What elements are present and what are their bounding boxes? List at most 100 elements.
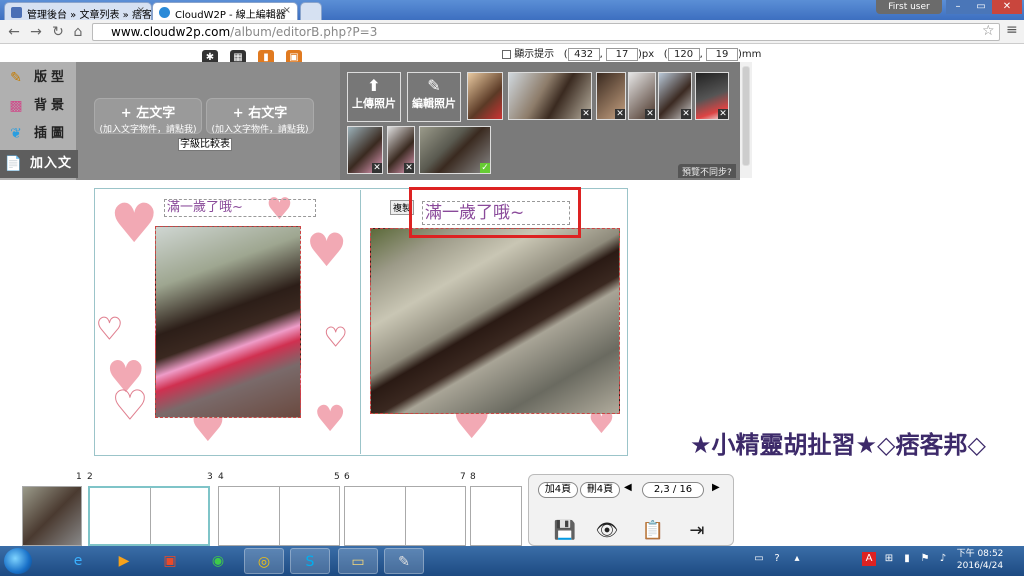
heart-decoration: ♥ [112,383,149,429]
page-number: 3 [207,472,213,482]
tray-help-icon[interactable]: ? [770,552,784,566]
preview-eye-icon[interactable]: 👁 [594,520,620,542]
menu-item-clipart[interactable]: ❦ 插圖 [4,120,76,148]
back-icon[interactable]: ← [6,24,22,40]
line-icon[interactable]: ◉ [198,548,238,574]
button-subtitle: (加入文字物件，請點我) [99,125,197,135]
delete-icon[interactable]: ✕ [581,109,591,119]
prev-page-icon[interactable]: ◀ [624,482,632,493]
tray-flag-icon[interactable]: ⚑ [918,552,932,566]
upload-photo-button[interactable]: ⬆ 上傳照片 [347,72,401,122]
photo-thumbnail[interactable]: ✕ [508,72,592,120]
pos-x-field[interactable]: 432 [567,47,600,61]
delete-icon[interactable]: ✕ [372,163,382,173]
media-player-icon[interactable]: ▶ [104,548,144,574]
add-right-text-button[interactable]: + 右文字 (加入文字物件，請點我) [206,98,314,135]
address-bar[interactable]: www.cloudw2p.com/album/editorB.php?P=3 [92,23,1000,41]
page-thumbnail-4-5[interactable] [218,486,340,546]
button-title: + 左文字 [120,106,176,121]
menu-item-label: 插圖 [34,126,69,141]
tab-editor[interactable]: CloudW2P - 線上編輯器 × [152,2,298,20]
menu-item-background[interactable]: ▩ 背景 [4,92,76,120]
hint-checkbox[interactable] [502,49,511,59]
home-icon[interactable]: ⌂ [70,24,86,40]
checklist-icon[interactable]: 📋 [640,520,666,542]
ie-icon[interactable]: e [58,548,98,574]
paint-icon[interactable]: ✎ [384,548,424,574]
preview-mismatch-link[interactable]: 預覽不同步? [678,164,736,178]
photo-thumbnail[interactable] [467,72,503,120]
spread-gutter [360,190,361,454]
photo-thumbnail[interactable]: ✕ [596,72,626,120]
forward-icon[interactable]: → [28,24,44,40]
tray-volume-icon[interactable]: ♪ [936,552,950,566]
url-host: www.cloudw2p.com [111,25,231,39]
menu-item-label: 版型 [34,70,69,85]
user-profile-button[interactable]: First user [876,0,942,14]
exit-icon[interactable]: ⇥ [684,520,710,542]
dog-photo[interactable] [370,228,620,414]
chrome-icon[interactable]: ◎ [244,548,284,574]
delete-icon[interactable]: ✕ [645,109,655,119]
page-thumbnail-2-3[interactable] [88,486,210,546]
minimize-icon[interactable]: – [946,0,970,14]
size-h-field[interactable]: 19 [705,47,738,61]
tray-acrobat-icon[interactable]: A [862,552,876,566]
delete-icon[interactable]: ✕ [718,109,728,119]
photo-thumbnail[interactable]: ✕ [628,72,656,120]
reload-icon[interactable]: ↻ [50,24,66,40]
menu-item-add-text[interactable]: 📄 加入文字 [0,150,78,199]
left-page[interactable]: ♥ ♥ ♥ ♥ ♥ ♥ ♥ ♥ ♥ 滿一歲了哦~ [96,190,360,454]
page-number: 1 [76,472,82,482]
add-pages-button[interactable]: 加4頁 [538,482,578,498]
button-label: 上傳照片 [352,97,396,110]
clipart-icon: ❦ [10,126,26,142]
page-number: 4 [218,472,224,482]
tray-keyboard-icon[interactable]: ▭ [752,552,766,566]
dog-photo[interactable] [155,226,301,418]
page-thumbnail-8[interactable] [470,486,522,546]
tray-arrow-icon[interactable]: ▴ [790,552,804,566]
font-size-table-link[interactable]: 字級比較表 [178,138,232,151]
next-page-icon[interactable]: ▶ [712,482,720,493]
heart-decoration: ♥ [96,312,123,348]
photo-thumbnail[interactable]: ✕ [658,72,692,120]
pos-y-field[interactable]: 17 [605,47,638,61]
delete-icon[interactable]: ✕ [404,163,414,173]
skype-icon[interactable]: S [290,548,330,574]
add-left-text-button[interactable]: + 左文字 (加入文字物件，請點我) [94,98,202,135]
close-icon[interactable]: × [137,5,145,16]
size-w-field[interactable]: 120 [667,47,700,61]
taskbar-clock[interactable]: 下午 08:52 2016/4/24 [952,548,1008,572]
photo-thumbnail[interactable]: ✕ [695,72,729,120]
bookmark-star-icon[interactable]: ☆ [982,23,995,39]
menu-item-layout[interactable]: ✎ 版型 [4,64,76,92]
heart-decoration: ♥ [110,192,159,255]
photo-thumbnail[interactable]: ✓ [419,126,491,174]
tray-windows-icon[interactable]: ⊞ [882,552,896,566]
menu-icon[interactable]: ≡ [1006,22,1018,38]
tab-admin[interactable]: 管理後台 » 文章列表 » 痞客 × [4,2,152,20]
close-icon[interactable]: × [283,5,291,16]
start-button[interactable] [4,548,32,574]
delete-pages-button[interactable]: 刪4頁 [580,482,620,498]
save-icon[interactable]: 💾 [552,520,578,542]
photo-thumbnail[interactable]: ✕ [387,126,415,174]
edit-photo-button[interactable]: ✎ 編輯照片 [407,72,461,122]
page-thumbnail-cover[interactable] [22,486,82,546]
layout-icon: ✎ [10,70,26,86]
page-thumbnail-6-7[interactable] [344,486,466,546]
delete-icon[interactable]: ✕ [615,109,625,119]
delete-icon[interactable]: ✕ [681,109,691,119]
close-window-icon[interactable]: ✕ [992,0,1022,14]
upload-icon: ⬆ [367,76,381,95]
photo-app-icon[interactable]: ▣ [150,548,190,574]
new-tab-button[interactable] [300,2,322,20]
photo-thumbnail[interactable]: ✕ [347,126,383,174]
scrollbar[interactable] [740,62,752,178]
maximize-icon[interactable]: ▭ [970,0,992,14]
text-frame[interactable]: 滿一歲了哦~ [164,199,316,217]
folder-icon[interactable]: ▭ [338,548,378,574]
tray-network-icon[interactable]: ▮ [900,552,914,566]
checkmark-icon: ✓ [480,163,490,173]
